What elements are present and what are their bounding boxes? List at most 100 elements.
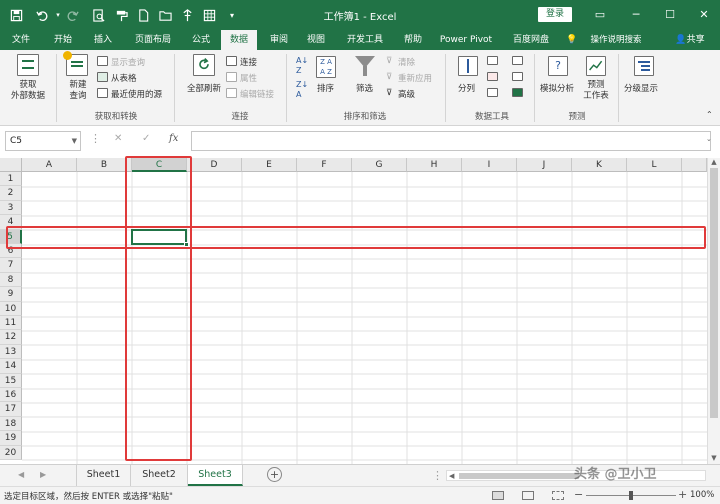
column-header[interactable]: A <box>22 158 77 172</box>
tab-page-layout[interactable]: 页面布局 <box>128 30 178 50</box>
login-button[interactable]: 登录 <box>538 7 572 22</box>
column-header[interactable]: K <box>572 158 627 172</box>
page-break-view-icon[interactable] <box>552 491 564 500</box>
horizontal-scroll-thumb[interactable] <box>459 473 579 479</box>
scroll-up-icon[interactable]: ▲ <box>708 158 720 166</box>
row-header[interactable]: 13 <box>0 344 22 360</box>
sort-button[interactable]: 排序 <box>317 82 334 94</box>
sort-ascending-icon[interactable]: A↓ Z <box>296 56 308 76</box>
undo-icon[interactable] <box>34 6 50 24</box>
advanced-filter-button[interactable]: 高级 <box>398 88 415 100</box>
touch-mode-icon[interactable] <box>179 6 195 24</box>
zoom-out-button[interactable]: − <box>574 488 583 501</box>
text-to-columns-button[interactable]: 分列 <box>458 82 475 94</box>
show-queries-button[interactable]: 显示查询 <box>111 56 145 68</box>
column-header[interactable]: D <box>187 158 242 172</box>
save-icon[interactable] <box>8 6 24 24</box>
tab-formulas[interactable]: 公式 <box>184 30 218 50</box>
tab-baidu-netdisk[interactable]: 百度网盘 <box>504 30 558 50</box>
column-header[interactable]: B <box>77 158 132 172</box>
row-header[interactable]: 12 <box>0 330 22 345</box>
previous-sheet-icon[interactable]: ◀ <box>18 470 24 479</box>
table-grid-icon[interactable] <box>201 6 217 24</box>
name-box[interactable]: C5 ▼ <box>5 131 81 151</box>
row-header[interactable]: 1 <box>0 172 22 187</box>
tab-review[interactable]: 审阅 <box>262 30 296 50</box>
insert-function-icon[interactable]: fx <box>169 133 178 144</box>
redo-icon[interactable] <box>64 6 80 24</box>
properties-button[interactable]: 属性 <box>240 72 257 84</box>
expand-formula-bar-icon[interactable]: ⌄ <box>706 135 712 143</box>
cancel-formula-icon[interactable]: ✕ <box>114 133 122 144</box>
row-header[interactable]: 14 <box>0 359 22 374</box>
select-all-corner[interactable] <box>0 158 22 172</box>
zoom-slider[interactable] <box>586 491 676 500</box>
row-header[interactable]: 11 <box>0 316 22 331</box>
tab-insert[interactable]: 插入 <box>86 30 120 50</box>
row-header[interactable]: 2 <box>0 186 22 201</box>
row-header[interactable]: 19 <box>0 431 22 446</box>
row-header[interactable]: 15 <box>0 373 22 388</box>
row-header[interactable]: 17 <box>0 402 22 417</box>
row-header[interactable]: 18 <box>0 416 22 432</box>
close-button[interactable]: ✕ <box>694 6 714 24</box>
row-header[interactable]: 20 <box>0 445 22 460</box>
filter-button[interactable]: 筛选 <box>356 82 373 94</box>
row-header[interactable]: 16 <box>0 388 22 403</box>
add-sheet-button[interactable]: + <box>267 467 282 482</box>
minimize-button[interactable]: ─ <box>626 6 646 24</box>
tab-home[interactable]: 开始 <box>46 30 80 50</box>
tab-file[interactable]: 文件 <box>4 30 38 50</box>
row-header[interactable]: 7 <box>0 258 22 273</box>
column-header[interactable]: H <box>407 158 462 172</box>
sheet-tab-active[interactable]: Sheet3 <box>188 465 243 486</box>
tab-data[interactable]: 数据 <box>221 30 257 50</box>
tab-view[interactable]: 视图 <box>299 30 333 50</box>
from-table-button[interactable]: 从表格 <box>111 72 137 84</box>
data-model-icon[interactable] <box>512 88 523 97</box>
formula-input[interactable] <box>191 131 711 151</box>
tab-split-grip-icon[interactable]: ⋮ <box>432 469 443 482</box>
name-box-dropdown-icon[interactable]: ▼ <box>72 132 77 150</box>
column-header[interactable]: G <box>352 158 407 172</box>
zoom-slider-handle[interactable] <box>629 491 633 500</box>
tell-me-search[interactable]: 操作说明搜索 <box>584 30 648 50</box>
row-header[interactable]: 3 <box>0 200 22 216</box>
format-painter-icon[interactable] <box>113 6 129 24</box>
row-header[interactable]: 9 <box>0 287 22 302</box>
maximize-button[interactable]: ☐ <box>660 6 680 24</box>
column-header[interactable]: J <box>517 158 572 172</box>
connections-button[interactable]: 连接 <box>240 56 257 68</box>
zoom-level[interactable]: 100% <box>690 490 714 500</box>
relationships-icon[interactable] <box>512 72 523 81</box>
enter-formula-icon[interactable]: ✓ <box>142 133 150 144</box>
edit-links-button[interactable]: 编辑链接 <box>240 88 274 100</box>
column-header[interactable]: E <box>242 158 297 172</box>
new-query-button[interactable]: 新建 查询 <box>62 80 94 102</box>
refresh-all-button[interactable]: 全部刷新 <box>184 82 224 94</box>
next-sheet-icon[interactable]: ▶ <box>40 470 46 479</box>
get-external-data-button[interactable]: 获取 外部数据 <box>10 80 46 102</box>
recent-sources-button[interactable]: 最近使用的源 <box>111 88 162 100</box>
scroll-down-icon[interactable]: ▼ <box>708 454 720 462</box>
new-file-icon[interactable] <box>135 6 151 24</box>
outline-button[interactable]: 分级显示 <box>624 82 658 94</box>
what-if-analysis-button[interactable]: 模拟分析 <box>540 82 574 94</box>
tab-developer[interactable]: 开发工具 <box>340 30 390 50</box>
print-preview-icon[interactable] <box>90 6 106 24</box>
flash-fill-icon[interactable] <box>487 56 498 65</box>
open-folder-icon[interactable] <box>157 6 173 24</box>
collapse-ribbon-icon[interactable]: ⌃ <box>706 110 713 119</box>
ribbon-display-options-icon[interactable]: ▭ <box>590 6 610 24</box>
vertical-scroll-thumb[interactable] <box>710 168 718 418</box>
scroll-left-icon[interactable]: ◀ <box>449 471 454 481</box>
forecast-sheet-button[interactable]: 预测 工作表 <box>582 80 610 102</box>
column-header[interactable]: F <box>297 158 352 172</box>
column-header[interactable]: I <box>462 158 517 172</box>
column-header[interactable] <box>682 158 707 172</box>
sheet-tab[interactable]: Sheet1 <box>76 465 131 486</box>
column-header[interactable]: L <box>627 158 682 172</box>
tab-power-pivot[interactable]: Power Pivot <box>438 30 494 50</box>
reapply-button[interactable]: 重新应用 <box>398 72 432 84</box>
clear-button[interactable]: 清除 <box>398 56 415 68</box>
